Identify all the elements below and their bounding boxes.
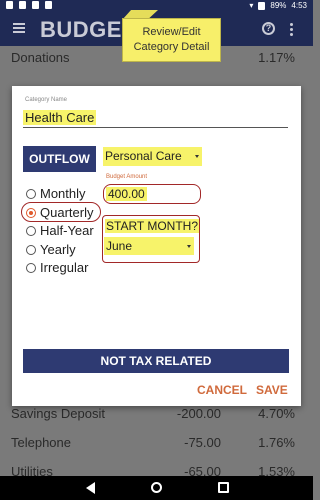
download-icon xyxy=(32,1,39,9)
navigation-bar xyxy=(0,476,313,500)
start-month-select[interactable]: June xyxy=(104,237,194,255)
radio-button-icon xyxy=(26,189,36,199)
list-item[interactable]: Telephone -75.00 1.76% xyxy=(0,432,313,454)
budget-amount-field[interactable]: 400.00 xyxy=(103,184,201,204)
budget-amount-value: 400.00 xyxy=(106,187,147,201)
notification-icon xyxy=(6,1,13,9)
list-item-name: Telephone xyxy=(11,435,71,450)
frequency-radio-group: Monthly Quarterly Half-Year Yearly Irreg… xyxy=(26,185,94,278)
tax-status-button[interactable]: NOT TAX RELATED xyxy=(23,349,289,373)
clock: 4:53 xyxy=(291,1,307,10)
menu-icon[interactable] xyxy=(13,23,25,33)
list-item-name: Donations xyxy=(11,50,70,65)
radio-half-year[interactable]: Half-Year xyxy=(26,222,94,241)
dropdown-arrow-icon xyxy=(195,155,199,158)
radio-label: Quarterly xyxy=(40,204,94,220)
list-item-amount: -200.00 xyxy=(176,406,221,421)
radio-button-icon xyxy=(26,244,36,255)
annotation-callout: Review/Edit Category Detail xyxy=(122,18,221,62)
dropdown-arrow-icon xyxy=(187,245,191,248)
outflow-button[interactable]: OUTFLOW xyxy=(23,146,96,172)
list-item-percent: 1.76% xyxy=(258,435,295,450)
back-icon[interactable] xyxy=(86,482,95,494)
battery-level: 89% xyxy=(270,1,287,10)
radio-quarterly[interactable]: Quarterly xyxy=(26,204,94,223)
budget-amount-label: Budget Amount xyxy=(106,174,148,180)
recent-apps-icon[interactable] xyxy=(218,482,229,493)
radio-irregular[interactable]: Irregular xyxy=(26,259,94,278)
overflow-menu-icon[interactable] xyxy=(290,23,294,38)
radio-monthly[interactable]: Monthly xyxy=(26,185,94,204)
start-month-group: START MONTH? June xyxy=(102,215,200,263)
battery-icon xyxy=(258,1,266,10)
category-name-label: Category Name xyxy=(25,97,68,103)
callout-line-1: Review/Edit xyxy=(142,26,201,38)
start-month-value: June xyxy=(106,239,133,253)
list-item-name: Savings Deposit xyxy=(11,406,105,421)
list-item-percent: 4.70% xyxy=(258,406,295,421)
category-name-value: Health Care xyxy=(23,110,97,125)
radio-label: Yearly xyxy=(40,241,76,257)
radio-label: Half-Year xyxy=(40,223,94,238)
image-icon xyxy=(19,1,26,9)
list-item[interactable]: Savings Deposit -200.00 4.70% xyxy=(0,403,313,425)
callout-line-2: Category Detail xyxy=(133,41,210,53)
category-detail-dialog: Category Name Health Care OUTFLOW Person… xyxy=(12,86,301,406)
radio-label: Monthly xyxy=(40,186,86,201)
home-icon[interactable] xyxy=(151,482,162,493)
category-name-field[interactable]: Health Care xyxy=(23,108,288,128)
list-item-amount: -75.00 xyxy=(184,435,221,450)
usb-icon xyxy=(45,1,52,9)
wifi-icon: ▾ xyxy=(249,1,254,10)
status-icons-left xyxy=(6,1,52,9)
radio-button-icon xyxy=(26,226,36,236)
radio-button-icon xyxy=(26,263,36,273)
help-icon[interactable]: ? xyxy=(262,22,275,35)
category-group-select[interactable]: Personal Care xyxy=(103,147,202,166)
save-button[interactable]: SAVE xyxy=(256,383,288,397)
cancel-button[interactable]: CANCEL xyxy=(197,383,247,397)
radio-label: Irregular xyxy=(40,260,89,275)
start-month-label: START MONTH? xyxy=(105,219,199,233)
radio-yearly[interactable]: Yearly xyxy=(26,241,94,260)
radio-button-selected-icon xyxy=(26,207,36,218)
category-group-value: Personal Care xyxy=(105,149,182,163)
status-icons-right: ▾ 89% 4:53 xyxy=(249,1,307,10)
list-item-percent: 1.17% xyxy=(258,50,295,65)
